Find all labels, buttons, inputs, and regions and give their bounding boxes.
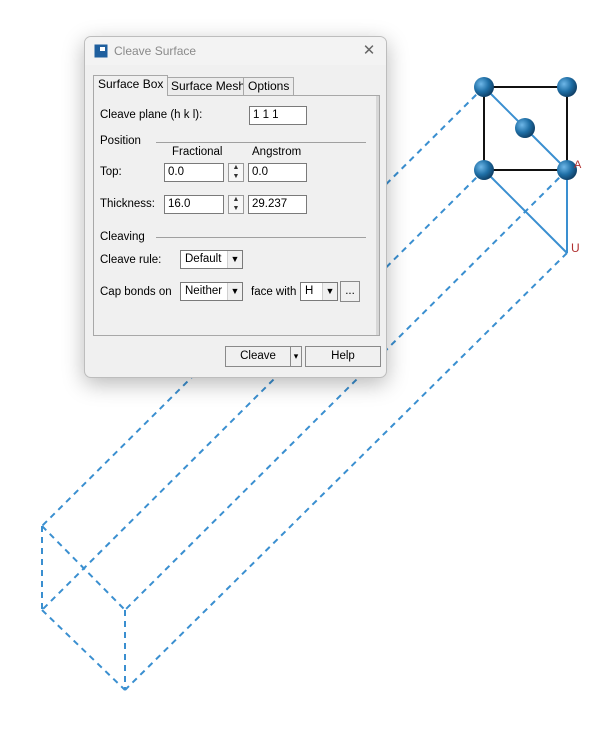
face-with-label: face with xyxy=(251,286,297,298)
app-icon xyxy=(94,44,108,58)
atom xyxy=(474,160,494,180)
surface-box-panel: Cleave plane (h k l): 1 1 1 Position Fra… xyxy=(93,95,380,336)
panel-shade xyxy=(376,96,379,335)
thickness-angstrom-input[interactable]: 29.237 xyxy=(248,195,307,214)
spin-down-icon[interactable]: ▼ xyxy=(229,205,243,213)
axis-label-u: U xyxy=(571,241,580,255)
thickness-label: Thickness: xyxy=(100,198,155,210)
position-section-label: Position xyxy=(100,135,141,147)
title-bar[interactable]: Cleave Surface ✕ xyxy=(85,37,386,65)
window-title: Cleave Surface xyxy=(114,44,197,58)
top-angstrom-input[interactable]: 0.0 xyxy=(248,163,307,182)
close-icon[interactable]: ✕ xyxy=(359,41,379,61)
atom xyxy=(557,77,577,97)
tab-options[interactable]: Options xyxy=(243,77,295,95)
cleaving-section-label: Cleaving xyxy=(100,231,145,243)
spin-up-icon[interactable]: ▲ xyxy=(229,196,243,204)
chevron-down-icon[interactable]: ▼ xyxy=(322,283,337,300)
cleave-rule-value: Default xyxy=(185,253,222,265)
tab-surface-box[interactable]: Surface Box xyxy=(93,75,169,96)
spin-down-icon[interactable]: ▼ xyxy=(229,173,243,181)
position-divider xyxy=(156,142,366,143)
face-with-select[interactable]: H ▼ xyxy=(300,282,338,301)
angstrom-header: Angstrom xyxy=(252,146,302,158)
slab-edge xyxy=(41,609,126,691)
top-fractional-input[interactable]: 0.0 xyxy=(164,163,224,182)
atom xyxy=(474,77,494,97)
cleave-rule-select[interactable]: Default ▼ xyxy=(180,250,243,269)
cap-bonds-value: Neither xyxy=(185,285,223,297)
cap-bonds-select[interactable]: Neither ▼ xyxy=(180,282,243,301)
cleave-button[interactable]: Cleave xyxy=(225,346,291,367)
cleave-rule-label: Cleave rule: xyxy=(100,254,162,266)
fractional-header: Fractional xyxy=(172,146,223,158)
help-button[interactable]: Help xyxy=(305,346,381,367)
atom xyxy=(515,118,535,138)
crystal-cell: A U xyxy=(474,77,582,255)
chevron-down-icon[interactable]: ▼ xyxy=(227,251,242,268)
face-with-value: H xyxy=(305,285,314,297)
top-label: Top: xyxy=(100,166,122,178)
spin-up-icon[interactable]: ▲ xyxy=(229,164,243,172)
cleave-surface-dialog: Cleave Surface ✕ Surface Box Surface Mes… xyxy=(84,36,387,378)
browse-button[interactable]: ... xyxy=(340,281,360,302)
chevron-down-icon[interactable]: ▼ xyxy=(227,283,242,300)
axis-label-a: A xyxy=(574,159,582,171)
top-spinner[interactable]: ▲ ▼ xyxy=(228,163,244,182)
tab-surface-mesh[interactable]: Surface Mesh xyxy=(166,77,251,95)
cleave-plane-label: Cleave plane (h k l): xyxy=(100,109,203,121)
cleave-dropdown-icon[interactable]: ▾ xyxy=(290,346,302,367)
cap-bonds-label: Cap bonds on xyxy=(100,286,172,298)
cleaving-divider xyxy=(156,237,366,238)
cleave-plane-input[interactable]: 1 1 1 xyxy=(249,106,307,125)
thickness-spinner[interactable]: ▲ ▼ xyxy=(228,195,244,214)
thickness-fractional-input[interactable]: 16.0 xyxy=(164,195,224,214)
